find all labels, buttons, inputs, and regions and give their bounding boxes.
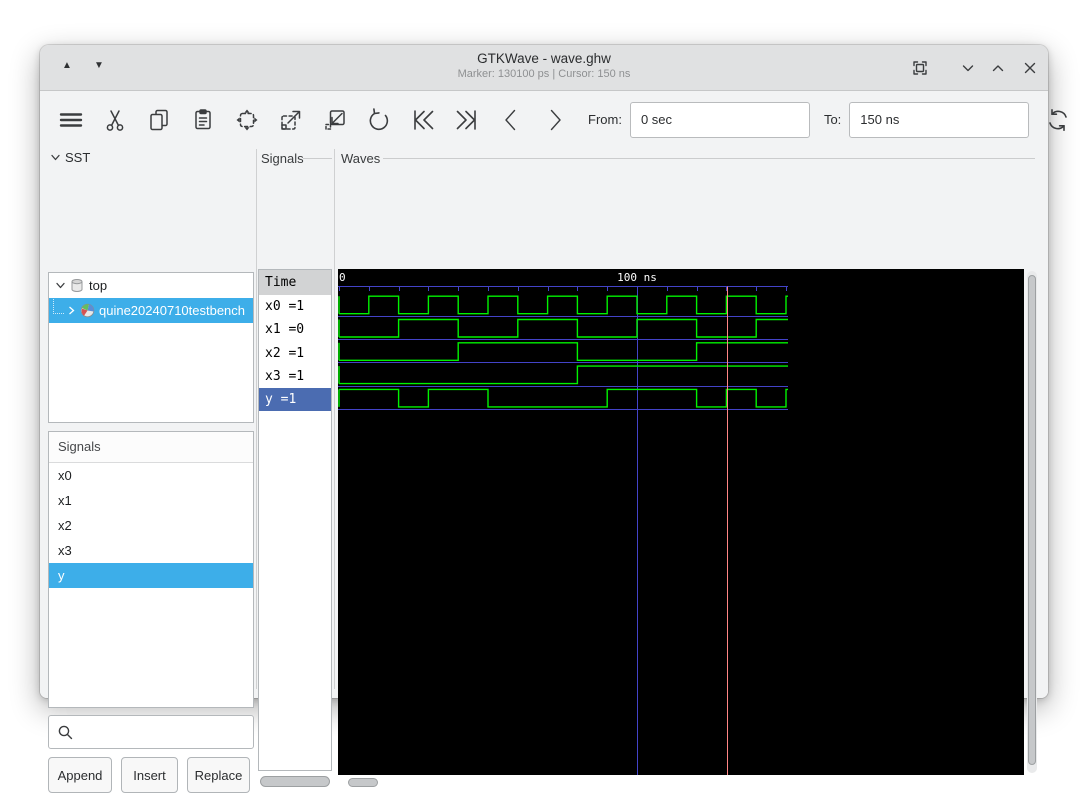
time-header[interactable]: Time [259,270,331,295]
reload-icon[interactable] [1045,107,1071,133]
signal-list-item-x1[interactable]: x1 [49,488,253,513]
skip-to-end-icon[interactable] [454,107,480,133]
value-row-y[interactable]: y =1 [259,388,331,411]
sst-tree: top quine20240710testbench [48,272,254,423]
append-button[interactable]: Append [48,757,112,793]
frame-line [383,158,1035,159]
signal-list-item-x2[interactable]: x2 [49,513,253,538]
fullscreen-icon[interactable] [910,58,930,78]
close-icon[interactable] [1020,58,1040,78]
waveform-canvas[interactable]: 0 100 ns [338,269,1024,775]
signal-list-header: Signals [49,432,253,463]
marker-cursor-status: Marker: 130100 ps | Cursor: 150 ns [40,68,1048,80]
ruler-start-label: 0 [339,271,346,284]
cut-icon[interactable] [102,107,128,133]
sst-label: SST [65,150,90,165]
frame-line [303,158,332,159]
waves-vscrollbar[interactable] [1027,271,1037,773]
insert-button[interactable]: Insert [121,757,178,793]
signal-list-item-y[interactable]: y [49,563,253,588]
shift-right-icon[interactable] [542,107,568,133]
cylinder-icon [70,278,84,293]
value-row-x2[interactable]: x2 =1 [259,342,331,365]
zoom-out-icon[interactable] [322,107,348,133]
tree-node-top[interactable]: top [49,273,253,298]
main-content: SST top quine20240 [40,148,1048,698]
ruler-mid-label: 100 ns [617,271,657,284]
titlebar[interactable]: ▲ ▼ GTKWave - wave.ghw Marker: 130100 ps… [40,45,1048,91]
waves-vscrollbar-thumb[interactable] [1028,275,1036,765]
splitter-right[interactable] [334,149,335,689]
values-panel-label: Signals [261,151,304,166]
replace-button[interactable]: Replace [187,757,250,793]
value-row-x3[interactable]: x3 =1 [259,365,331,388]
toolbar: From: To: [40,91,1048,148]
minimize-icon[interactable] [958,58,978,78]
value-row-x1[interactable]: x1 =0 [259,318,331,341]
splitter-left[interactable] [256,149,257,689]
skip-to-start-icon[interactable] [410,107,436,133]
to-input[interactable] [849,102,1029,138]
tree-node-label: top [89,278,107,293]
copy-icon[interactable] [146,107,172,133]
from-input[interactable] [630,102,810,138]
sst-expander[interactable]: SST [50,150,90,165]
gtkwave-window: ▲ ▼ GTKWave - wave.ghw Marker: 130100 ps… [40,45,1048,698]
signal-search-box[interactable] [48,715,254,749]
tree-node-label: quine20240710testbench [99,303,245,318]
signal-search-list: Signals x0 x1 x2 x3 y [48,431,254,708]
values-hscrollbar[interactable] [260,776,330,787]
zoom-in-icon[interactable] [278,107,304,133]
module-sphere-icon [80,303,95,318]
signal-list-item-x0[interactable]: x0 [49,463,253,488]
menu-icon[interactable] [58,107,84,133]
from-label: From: [588,112,622,127]
signal-list-item-x3[interactable]: x3 [49,538,253,563]
paste-icon[interactable] [190,107,216,133]
undo-icon[interactable] [366,107,392,133]
value-row-x0[interactable]: x0 =1 [259,295,331,318]
maximize-icon[interactable] [988,58,1008,78]
waves-panel-label: Waves [341,151,380,166]
values-column: Time x0 =1 x1 =0 x2 =1 x3 =1 y =1 [258,269,332,771]
tree-branch-line [53,299,64,314]
shift-left-icon[interactable] [498,107,524,133]
waves-hscrollbar[interactable] [348,778,378,787]
tree-node-testbench[interactable]: quine20240710testbench [49,298,253,323]
window-title: GTKWave - wave.ghw [40,51,1048,66]
to-label: To: [824,112,841,127]
zoom-fit-icon[interactable] [234,107,260,133]
